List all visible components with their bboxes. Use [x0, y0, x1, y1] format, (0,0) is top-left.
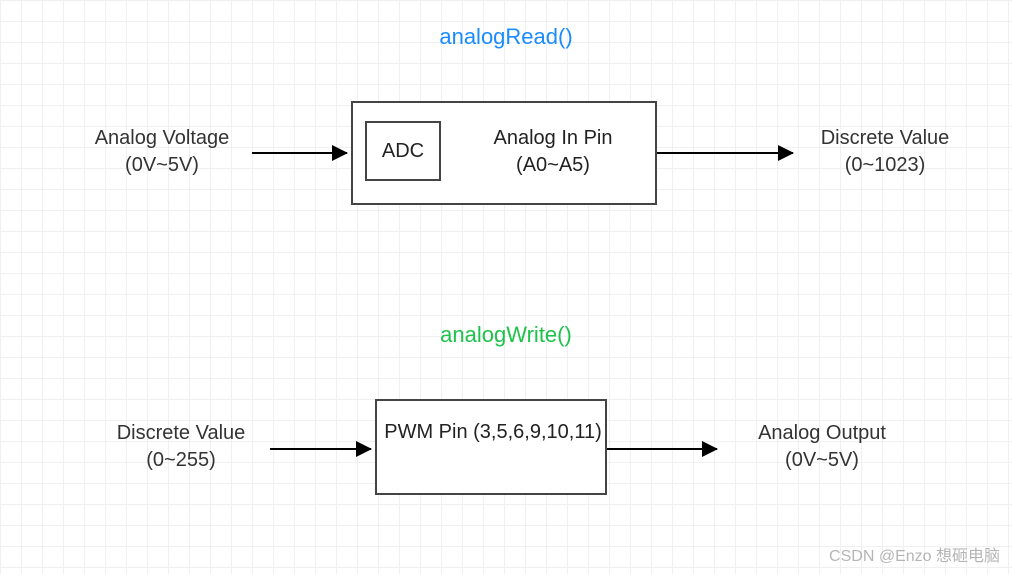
label-write-input-line2: (0~255)	[96, 447, 266, 474]
arrow-read-in	[252, 152, 347, 154]
arrow-write-out	[607, 448, 717, 450]
label-read-output-line2: (0~1023)	[800, 152, 970, 179]
label-write-pin: PWM Pin (3,5,6,9,10,11)	[377, 419, 609, 446]
arrow-read-out	[657, 152, 793, 154]
arrow-write-in	[270, 448, 371, 450]
label-write-output: Analog Output (0V~5V)	[732, 420, 912, 474]
label-write-input-line1: Discrete Value	[96, 420, 266, 447]
title-analogread: analogRead()	[439, 24, 572, 50]
label-write-output-line2: (0V~5V)	[732, 447, 912, 474]
box-adc: ADC	[365, 121, 441, 181]
label-read-input: Analog Voltage (0V~5V)	[72, 125, 252, 179]
label-write-output-line1: Analog Output	[732, 420, 912, 447]
label-read-input-line1: Analog Voltage	[72, 125, 252, 152]
label-read-pin-line2: (A0~A5)	[516, 154, 590, 176]
watermark: CSDN @Enzo 想砸电脑	[829, 542, 1000, 566]
label-adc: ADC	[382, 140, 424, 163]
label-read-input-line2: (0V~5V)	[72, 152, 252, 179]
label-read-pin: Analog In Pin (A0~A5)	[463, 125, 643, 179]
label-read-output-line1: Discrete Value	[800, 125, 970, 152]
title-analogwrite: analogWrite()	[440, 322, 572, 348]
box-analogread: ADC Analog In Pin (A0~A5)	[351, 101, 657, 205]
label-write-pin-line2: (3,5,6,9,10,11)	[473, 421, 602, 443]
label-write-input: Discrete Value (0~255)	[96, 420, 266, 474]
label-read-pin-line1: Analog In Pin	[494, 127, 613, 149]
label-write-pin-line1: PWM Pin	[384, 421, 467, 443]
box-analogwrite: PWM Pin (3,5,6,9,10,11)	[375, 399, 607, 495]
label-read-output: Discrete Value (0~1023)	[800, 125, 970, 179]
